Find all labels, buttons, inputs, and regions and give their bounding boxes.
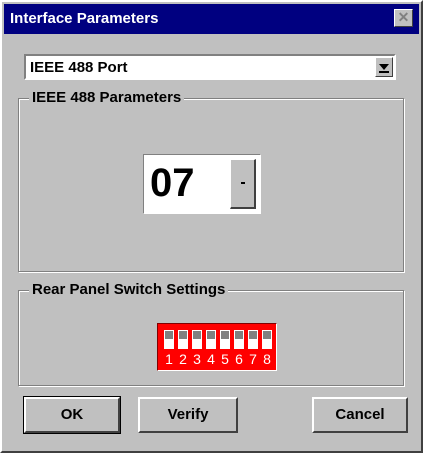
port-select[interactable]: IEEE 488 Port [24, 54, 396, 80]
dash-icon [241, 182, 245, 184]
switch-number: 5 [221, 351, 229, 367]
gpib-address-value: 07 [150, 161, 195, 205]
switch-number: 3 [193, 351, 201, 367]
gpib-address-select[interactable]: 07 [143, 154, 261, 214]
dip-switch[interactable] [248, 330, 258, 349]
dip-switch[interactable] [206, 330, 216, 349]
dip-switch[interactable] [262, 330, 272, 349]
ieee-parameters-group: IEEE 488 Parameters 07 [18, 89, 404, 272]
verify-button[interactable]: Verify [138, 397, 238, 433]
interface-parameters-dialog: Interface Parameters ✕ IEEE 488 Port IEE… [0, 0, 423, 453]
rear-panel-switch-group: Rear Panel Switch Settings 1 2 3 4 5 6 7… [18, 281, 404, 386]
chevron-down-icon [379, 64, 389, 70]
ieee-parameters-label: IEEE 488 Parameters [29, 89, 185, 106]
switch-number: 4 [207, 351, 215, 367]
port-select-value: IEEE 488 Port [30, 59, 128, 76]
rear-panel-switch-label: Rear Panel Switch Settings [29, 281, 229, 298]
switch-number: 2 [179, 351, 187, 367]
window-title: Interface Parameters [10, 10, 159, 27]
dip-switch[interactable] [192, 330, 202, 349]
gpib-address-dropdown-button[interactable] [230, 159, 256, 209]
ok-button[interactable]: OK [23, 396, 121, 434]
switch-number: 8 [263, 351, 271, 367]
dip-switch[interactable] [178, 330, 188, 349]
switch-number: 6 [235, 351, 243, 367]
port-dropdown-button[interactable] [375, 57, 393, 77]
close-icon: ✕ [397, 9, 410, 25]
title-bar[interactable]: Interface Parameters ✕ [4, 4, 419, 34]
cancel-button[interactable]: Cancel [312, 397, 408, 433]
switch-number: 1 [165, 351, 173, 367]
dip-switch[interactable] [164, 330, 174, 349]
switch-number: 7 [249, 351, 257, 367]
close-button[interactable]: ✕ [394, 9, 413, 27]
dip-switch-block: 1 2 3 4 5 6 7 8 [157, 323, 277, 371]
dip-switch[interactable] [220, 330, 230, 349]
dip-switch[interactable] [234, 330, 244, 349]
